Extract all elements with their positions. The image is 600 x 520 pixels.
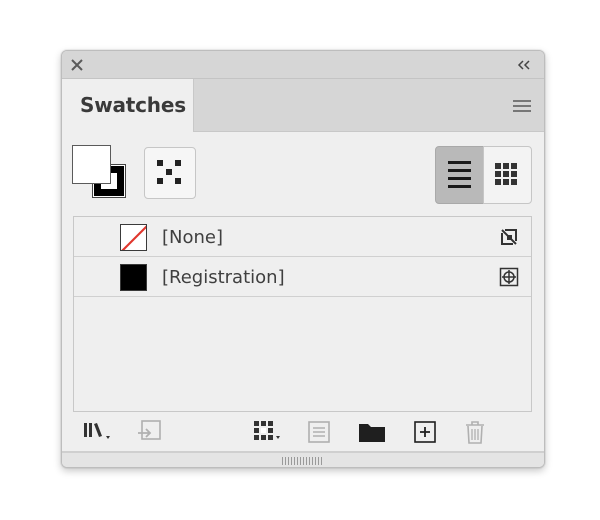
panel-bottom-toolbar xyxy=(62,411,544,451)
list-view-button[interactable] xyxy=(435,146,484,204)
grid-view-button[interactable] xyxy=(483,146,532,204)
place-swatches-icon[interactable] xyxy=(136,419,164,445)
registration-icon xyxy=(499,267,519,287)
hamburger-menu-icon[interactable] xyxy=(512,98,532,114)
new-swatch-icon[interactable] xyxy=(412,419,438,445)
swatch-label: [Registration] xyxy=(162,267,285,288)
panel-titlebar[interactable] xyxy=(62,51,544,79)
list-item[interactable]: [Registration] xyxy=(74,257,531,297)
list-view-icon xyxy=(448,161,471,188)
registration-swatch-chip xyxy=(120,264,147,291)
fill-stroke-proxy[interactable] xyxy=(72,145,132,205)
swatches-panel: Swatches [None] [Registration] xyxy=(61,50,545,468)
color-picker-button[interactable] xyxy=(144,147,196,199)
list-item[interactable]: [None] xyxy=(74,217,531,257)
tab-label: Swatches xyxy=(80,93,186,117)
show-swatch-kinds-menu-icon[interactable] xyxy=(252,419,286,445)
view-mode-toggle xyxy=(435,146,532,204)
no-edit-icon xyxy=(501,229,517,245)
swatch-options-icon xyxy=(157,160,181,184)
close-icon[interactable] xyxy=(70,58,84,72)
none-swatch-chip xyxy=(120,224,147,251)
delete-swatch-icon[interactable] xyxy=(462,419,488,445)
none-slash-icon xyxy=(121,225,146,250)
grid-view-icon xyxy=(495,163,517,185)
swatch-list[interactable]: [None] [Registration] xyxy=(73,216,532,412)
swatch-libraries-menu-icon[interactable] xyxy=(82,419,116,445)
tab-bar: Swatches xyxy=(62,79,544,132)
grip-icon xyxy=(282,457,322,465)
double-chevron-left-icon[interactable] xyxy=(516,58,532,72)
fill-swatch[interactable] xyxy=(72,145,111,184)
tab-swatches[interactable]: Swatches xyxy=(62,79,194,132)
swatch-label: [None] xyxy=(162,227,224,248)
panel-resize-handle[interactable] xyxy=(62,451,544,467)
swatch-options-icon[interactable] xyxy=(306,419,332,445)
new-color-group-icon[interactable] xyxy=(358,419,386,445)
